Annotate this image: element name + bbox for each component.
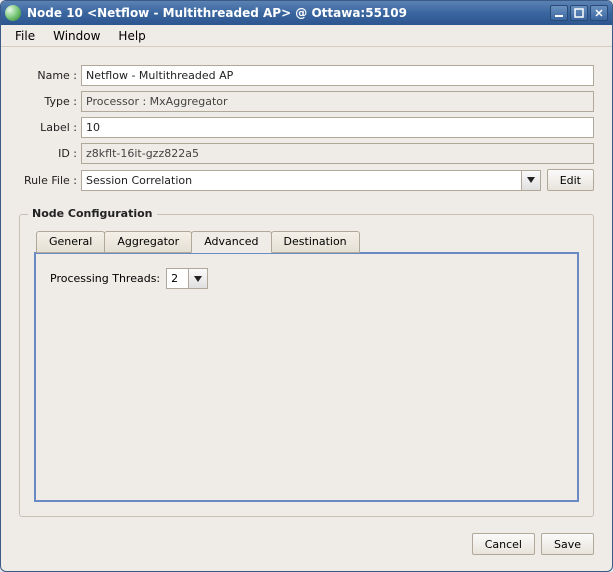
window-title: Node 10 <Netflow - Multithreaded AP> @ O… xyxy=(27,6,550,20)
threads-input[interactable] xyxy=(166,268,188,289)
close-button[interactable] xyxy=(590,5,608,21)
type-label: Type : xyxy=(19,95,81,108)
tab-destination[interactable]: Destination xyxy=(271,231,360,253)
tab-aggregator[interactable]: Aggregator xyxy=(104,231,192,253)
save-button[interactable]: Save xyxy=(541,533,594,555)
titlebar: Node 10 <Netflow - Multithreaded AP> @ O… xyxy=(1,1,612,25)
chevron-down-icon xyxy=(194,276,202,282)
rulefile-dropdown-button[interactable] xyxy=(521,170,541,191)
threads-spinner[interactable] xyxy=(166,268,208,289)
menubar: File Window Help xyxy=(1,25,612,47)
chevron-down-icon xyxy=(527,177,535,183)
content-area: Name : Type : Processor : MxAggregator L… xyxy=(1,47,612,527)
menu-help[interactable]: Help xyxy=(110,27,153,45)
edit-button[interactable]: Edit xyxy=(547,169,594,191)
maximize-button[interactable] xyxy=(570,5,588,21)
menu-window[interactable]: Window xyxy=(45,27,108,45)
row-label: Label : xyxy=(19,117,594,138)
minimize-button[interactable] xyxy=(550,5,568,21)
id-value: z8kflt-16it-gzz822a5 xyxy=(81,143,594,164)
app-window: Node 10 <Netflow - Multithreaded AP> @ O… xyxy=(0,0,613,572)
tab-panel-advanced: Processing Threads: xyxy=(34,252,579,502)
id-label: ID : xyxy=(19,147,81,160)
node-config-group: Node Configuration General Aggregator Ad… xyxy=(19,214,594,517)
tabstrip: General Aggregator Advanced Destination xyxy=(34,231,579,253)
type-value: Processor : MxAggregator xyxy=(81,91,594,112)
row-rulefile: Rule File : Session Correlation Edit xyxy=(19,169,594,191)
row-id: ID : z8kflt-16it-gzz822a5 xyxy=(19,143,594,164)
threads-dropdown-button[interactable] xyxy=(188,268,208,289)
menu-file[interactable]: File xyxy=(7,27,43,45)
rulefile-combo[interactable]: Session Correlation xyxy=(81,170,541,191)
close-icon xyxy=(594,8,604,18)
name-input[interactable] xyxy=(81,65,594,86)
group-title: Node Configuration xyxy=(28,207,157,220)
cancel-button[interactable]: Cancel xyxy=(472,533,535,555)
row-threads: Processing Threads: xyxy=(50,268,563,289)
rulefile-value: Session Correlation xyxy=(81,170,521,191)
label-input[interactable] xyxy=(81,117,594,138)
maximize-icon xyxy=(574,8,584,18)
threads-label: Processing Threads: xyxy=(50,272,160,285)
name-label: Name : xyxy=(19,69,81,82)
tab-general[interactable]: General xyxy=(36,231,105,253)
tab-advanced[interactable]: Advanced xyxy=(191,231,271,253)
window-controls xyxy=(550,5,608,21)
label-label: Label : xyxy=(19,121,81,134)
app-icon xyxy=(5,5,21,21)
footer: Cancel Save xyxy=(1,527,612,571)
minimize-icon xyxy=(554,8,564,18)
rulefile-label: Rule File : xyxy=(19,174,81,187)
row-name: Name : xyxy=(19,65,594,86)
row-type: Type : Processor : MxAggregator xyxy=(19,91,594,112)
